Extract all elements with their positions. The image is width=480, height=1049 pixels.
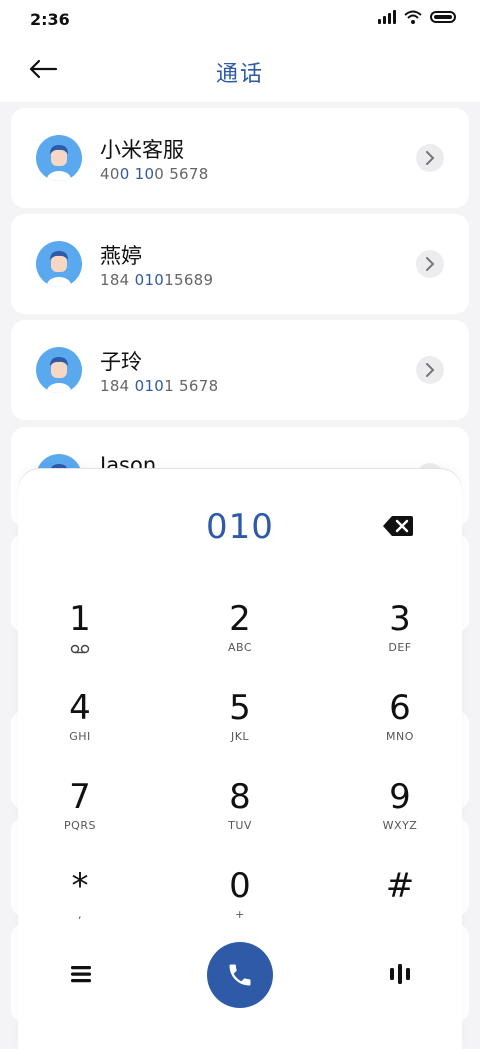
voice-bars-icon	[390, 964, 410, 984]
key-2[interactable]: 2 ABC	[180, 599, 300, 679]
status-bar: 2:36	[0, 0, 480, 40]
key-star[interactable]: * ,	[20, 866, 140, 946]
contact-card[interactable]: 燕婷 184 01015689	[11, 214, 469, 314]
backspace-icon	[383, 516, 413, 536]
key-9[interactable]: 9 WXYZ	[340, 777, 460, 857]
page-title: 通话	[215, 62, 264, 87]
contact-detail-button[interactable]	[416, 250, 444, 278]
key-3[interactable]: 3 DEF	[340, 599, 460, 679]
key-7[interactable]: 7 PQRS	[20, 777, 140, 857]
signal-icon	[378, 10, 396, 24]
phone-icon	[229, 964, 251, 986]
contact-number: 400 100 5678	[100, 165, 209, 183]
contact-number: 184 01015689	[100, 271, 214, 289]
contact-detail-button[interactable]	[416, 144, 444, 172]
key-5[interactable]: 5 JKL	[180, 688, 300, 768]
backspace-button[interactable]	[382, 515, 414, 537]
contact-name: 燕婷	[100, 244, 142, 268]
chevron-right-icon	[426, 257, 435, 271]
contact-detail-button[interactable]	[416, 356, 444, 384]
menu-button[interactable]	[68, 961, 94, 987]
status-time: 2:36	[30, 10, 70, 29]
contact-card[interactable]: 子玲 184 0101 5678	[11, 320, 469, 420]
contact-card[interactable]: 小米客服 400 100 5678	[11, 108, 469, 208]
key-hash[interactable]: #	[340, 866, 460, 946]
key-0[interactable]: 0 +	[180, 866, 300, 946]
contact-name: 小米客服	[100, 138, 184, 162]
wifi-icon	[404, 10, 422, 24]
menu-icon	[71, 966, 91, 983]
key-4[interactable]: 4 GHI	[20, 688, 140, 768]
avatar	[36, 241, 82, 287]
dialpad: 010 1 2 ABC 3 DEF 4 GHI 5 JKL 6 MNO 7 PQ…	[18, 469, 462, 1049]
chevron-right-icon	[426, 363, 435, 377]
key-1[interactable]: 1	[20, 599, 140, 679]
chevron-right-icon	[426, 151, 435, 165]
voice-button[interactable]	[388, 961, 412, 987]
avatar	[36, 347, 82, 393]
key-6[interactable]: 6 MNO	[340, 688, 460, 768]
voicemail-icon	[70, 644, 90, 654]
battery-icon	[430, 11, 456, 23]
contact-number: 184 0101 5678	[100, 377, 219, 395]
status-icons	[378, 10, 456, 24]
avatar	[36, 135, 82, 181]
key-8[interactable]: 8 TUV	[180, 777, 300, 857]
call-button[interactable]	[207, 942, 273, 1008]
header: 通话	[0, 40, 480, 102]
contact-name: 子玲	[100, 350, 142, 374]
